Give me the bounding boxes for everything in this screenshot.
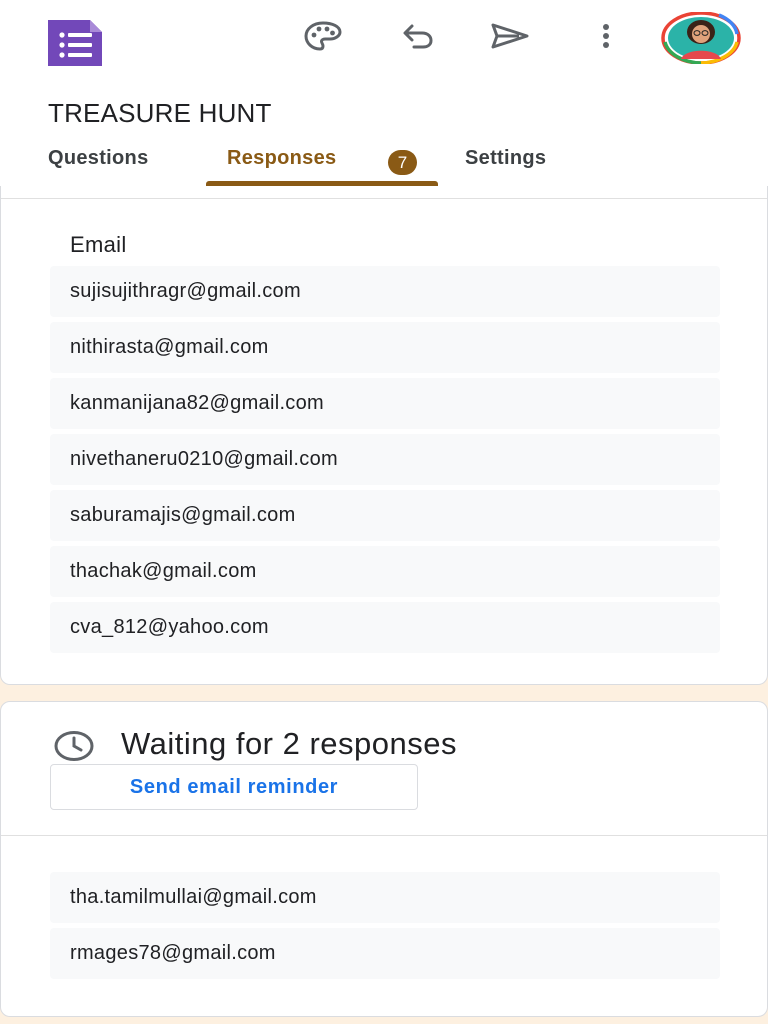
account-avatar[interactable] — [661, 11, 741, 65]
clock-icon — [53, 730, 95, 762]
send-email-reminder-button[interactable]: Send email reminder — [50, 764, 418, 810]
response-email-row: thachak@gmail.com — [50, 546, 720, 597]
divider — [1, 198, 767, 199]
undo-button[interactable] — [396, 18, 440, 58]
response-email-row: nithirasta@gmail.com — [50, 322, 720, 373]
top-app-bar: TREASURE HUNT Questions Responses 7 Sett… — [0, 0, 768, 186]
send-button[interactable] — [488, 18, 532, 58]
email-column-header: Email — [70, 232, 127, 257]
responses-email-card: Email sujisujithragr@gmail.com nithirast… — [0, 186, 768, 685]
more-vert-icon — [601, 23, 611, 54]
tab-responses[interactable]: Responses — [227, 147, 336, 170]
form-title: TREASURE HUNT — [48, 98, 272, 128]
tab-settings[interactable]: Settings — [465, 147, 546, 170]
pending-email-row: tha.tamilmullai@gmail.com — [50, 872, 720, 923]
divider — [1, 835, 767, 836]
undo-icon — [400, 22, 436, 55]
google-forms-icon[interactable] — [46, 18, 104, 68]
send-icon — [489, 22, 531, 55]
response-email-row: nivethaneru0210@gmail.com — [50, 434, 720, 485]
more-options-button[interactable] — [584, 18, 628, 58]
response-email-row: sujisujithragr@gmail.com — [50, 266, 720, 317]
waiting-status-text: Waiting for 2 responses — [121, 726, 458, 761]
palette-icon — [303, 20, 343, 57]
response-email-row: saburamajis@gmail.com — [50, 490, 720, 541]
customize-theme-button[interactable] — [301, 18, 345, 58]
waiting-responses-card: Waiting for 2 responses Send email remin… — [0, 701, 768, 1017]
tab-questions[interactable]: Questions — [48, 147, 149, 170]
response-email-row: kanmanijana82@gmail.com — [50, 378, 720, 429]
response-email-row: cva_812@yahoo.com — [50, 602, 720, 653]
pending-email-row: rmages78@gmail.com — [50, 928, 720, 979]
responses-count-badge: 7 — [388, 150, 417, 175]
